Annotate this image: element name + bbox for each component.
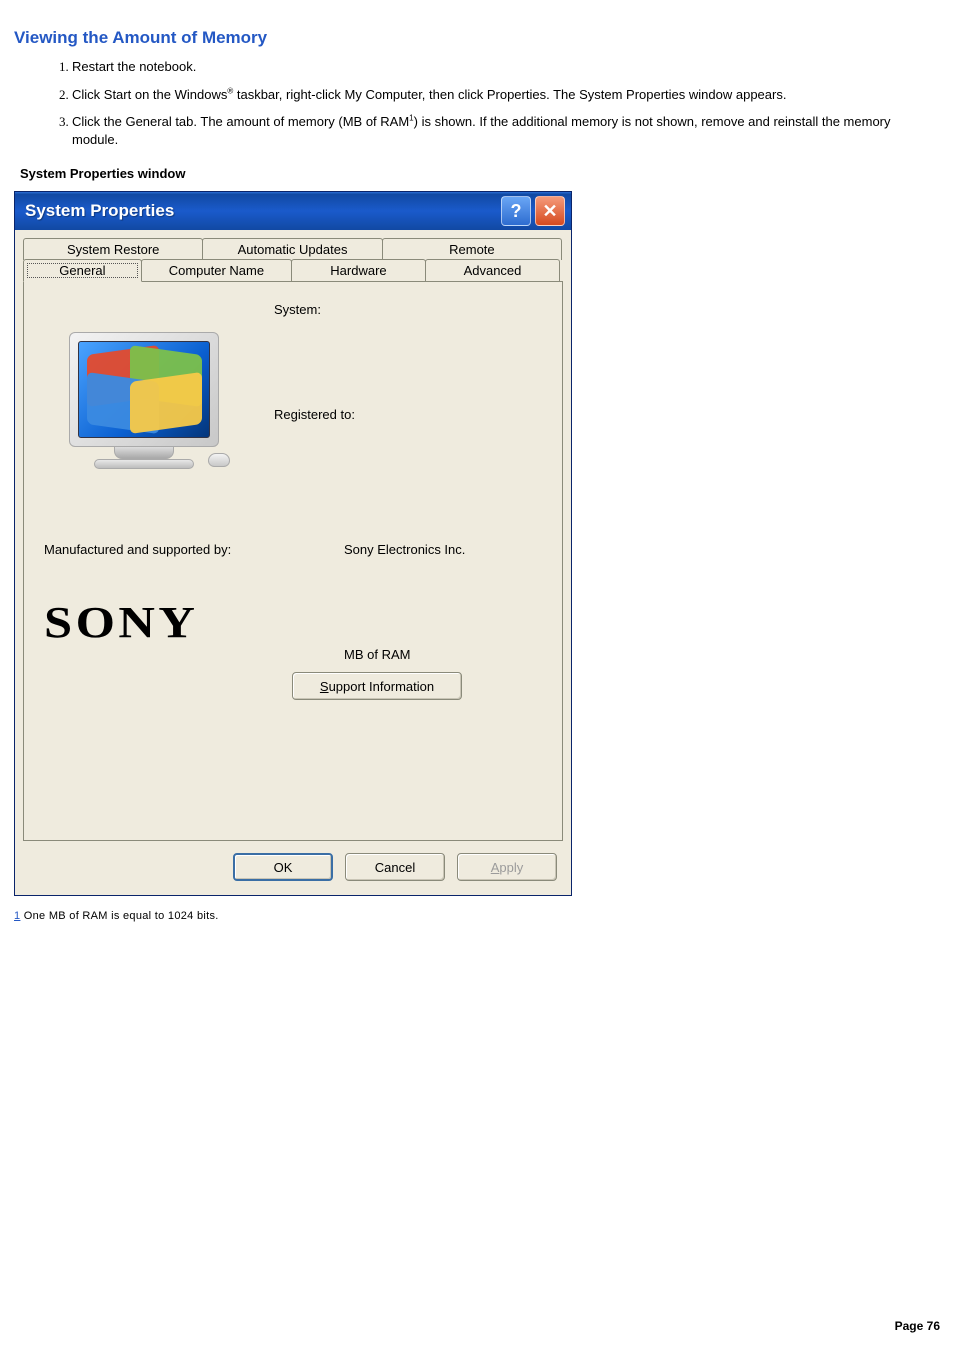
footnote-ref-link[interactable]: 1 — [14, 910, 20, 922]
cancel-button[interactable]: Cancel — [345, 853, 445, 881]
tab-system-restore[interactable]: System Restore — [23, 238, 203, 260]
ok-button[interactable]: OK — [233, 853, 333, 881]
manufactured-by-label: Manufactured and supported by: — [44, 542, 344, 557]
help-icon[interactable]: ? — [501, 196, 531, 226]
page-number: Page 76 — [895, 1319, 940, 1333]
tab-computer-name[interactable]: Computer Name — [141, 259, 292, 282]
footnote: 1 One MB of RAM is equal to 1024 bits. — [14, 910, 940, 922]
window-title: System Properties — [25, 201, 174, 221]
close-icon[interactable]: ✕ — [535, 196, 565, 226]
step-2: Click Start on the Windows® taskbar, rig… — [72, 86, 940, 104]
figure-caption: System Properties window — [20, 166, 940, 181]
computer-monitor-icon — [64, 332, 224, 469]
tab-pane-general: System: Registered to: Manufactured and … — [23, 281, 563, 841]
manufacturer-value: Sony Electronics Inc. — [344, 542, 542, 557]
apply-label-rest: pply — [499, 860, 523, 875]
mouse-icon — [208, 453, 230, 467]
tab-general[interactable]: General — [23, 259, 142, 282]
step-3: Click the General tab. The amount of mem… — [72, 113, 940, 148]
tab-remote[interactable]: Remote — [382, 238, 562, 260]
support-label-rest: upport Information — [329, 679, 435, 694]
registered-to-label: Registered to: — [274, 407, 542, 422]
step-1: Restart the notebook. — [72, 58, 940, 76]
apply-button[interactable]: Apply — [457, 853, 557, 881]
sony-logo: SONY — [44, 597, 389, 648]
tab-automatic-updates[interactable]: Automatic Updates — [202, 238, 382, 260]
ram-label: MB of RAM — [344, 647, 542, 662]
tab-hardware[interactable]: Hardware — [291, 259, 426, 282]
tab-strip: System Restore Automatic Updates Remote … — [23, 238, 563, 282]
steps-list: Restart the notebook. Click Start on the… — [14, 58, 940, 148]
system-label: System: — [274, 302, 542, 317]
titlebar[interactable]: System Properties ? ✕ — [15, 192, 571, 230]
support-information-button[interactable]: Support Information — [292, 672, 462, 700]
footnote-text: One MB of RAM is equal to 1024 bits. — [24, 910, 219, 922]
section-heading: Viewing the Amount of Memory — [14, 28, 940, 48]
dialog-button-row: OK Cancel Apply — [23, 841, 563, 885]
windows-logo-icon — [79, 342, 209, 437]
system-properties-window: System Properties ? ✕ System Restore Aut… — [14, 191, 572, 896]
tab-advanced[interactable]: Advanced — [425, 259, 560, 282]
support-accel: S — [320, 679, 329, 694]
